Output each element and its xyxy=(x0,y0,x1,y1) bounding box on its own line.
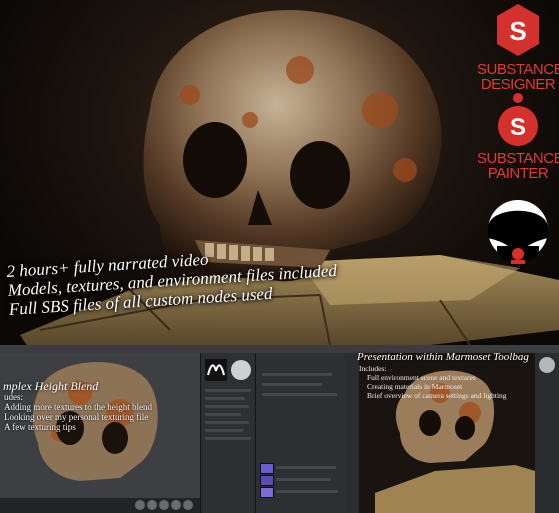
layer-panel xyxy=(255,353,345,513)
svg-text:S: S xyxy=(509,16,526,46)
substance-designer-screenshot: mplex Height Blend udes: Adding more tex… xyxy=(0,345,345,513)
designer-line1: SUBSTANCE xyxy=(477,61,559,78)
note-line: Looking over my personal texturing file xyxy=(4,412,149,422)
layer-row[interactable] xyxy=(262,383,322,386)
property-row[interactable] xyxy=(205,397,245,400)
property-row[interactable] xyxy=(205,389,251,392)
svg-text:S: S xyxy=(510,114,526,141)
property-row[interactable] xyxy=(205,429,243,432)
layer-row[interactable] xyxy=(262,393,337,396)
note-line: Creating materials in Marmoset xyxy=(367,382,463,391)
software-screenshots: mplex Height Blend udes: Adding more tex… xyxy=(0,345,559,513)
hero-banner: 2 hours+ fully narrated video Models, te… xyxy=(0,0,559,350)
painter-line2: PAINTER xyxy=(487,165,549,182)
note-line: Full environment scene and textures xyxy=(367,373,476,382)
artist-avatar-icon xyxy=(488,200,548,264)
layer-row[interactable] xyxy=(276,490,338,493)
property-row[interactable] xyxy=(205,437,251,440)
note-line: Brief overview of camera settings and li… xyxy=(367,391,507,400)
software-logos: S SUBSTANCE DESIGNER S SUBSTANCE PAINTER xyxy=(477,0,559,300)
property-row[interactable] xyxy=(205,405,249,408)
layer-row[interactable] xyxy=(276,466,336,469)
layer-thumbnail[interactable] xyxy=(260,463,274,474)
layer-row[interactable] xyxy=(276,478,331,481)
screenshot-left-notes: udes: Adding more textures to the height… xyxy=(4,392,152,432)
note-line: Adding more textures to the height blend xyxy=(4,402,152,412)
marmoset-toolbag-screenshot: Presentation within Marmoset Toolbag Inc… xyxy=(345,345,559,513)
note-line: A few texturing tips xyxy=(4,422,76,432)
property-row[interactable] xyxy=(205,421,249,424)
painter-line1: SUBSTANCE xyxy=(477,150,559,167)
substance-node-icon xyxy=(205,359,251,381)
material-preview-panel xyxy=(200,353,256,513)
screenshot-right-title: Presentation within Marmoset Toolbag xyxy=(357,351,529,363)
viewport-skull-render xyxy=(0,353,200,513)
screenshot-right-notes: Includes: Full environment scene and tex… xyxy=(359,364,507,400)
substance-painter-wordmark: SUBSTANCE PAINTER xyxy=(477,151,559,181)
designer-line2: DESIGNER xyxy=(480,76,556,93)
layer-row[interactable] xyxy=(262,373,332,376)
layer-thumbnail[interactable] xyxy=(260,475,274,486)
note-line: udes: xyxy=(4,392,23,402)
note-line: Includes: xyxy=(359,364,387,373)
layer-thumbnail[interactable] xyxy=(260,487,274,498)
substance-painter-icon: S xyxy=(498,93,538,146)
substance-designer-icon: S xyxy=(497,4,539,56)
property-row[interactable] xyxy=(205,413,241,416)
substance-designer-wordmark: SUBSTANCE DESIGNER xyxy=(477,62,559,92)
